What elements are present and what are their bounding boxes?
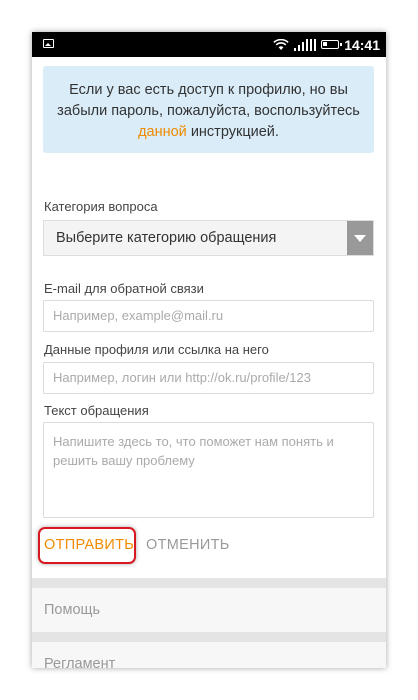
info-notice: Если у вас есть доступ к профилю, но вы … (43, 66, 374, 153)
cancel-button[interactable]: ОТМЕНИТЬ (146, 527, 230, 564)
form-actions: ОТПРАВИТЬ ОТМЕНИТЬ (32, 522, 386, 572)
divider (32, 578, 386, 588)
email-field[interactable]: Например, example@mail.ru (43, 300, 374, 332)
info-text: Если у вас есть доступ к профилю, но вы … (57, 82, 360, 119)
email-label: E-mail для обратной связи (44, 281, 204, 296)
battery-icon (321, 40, 343, 49)
phone-screen: 14:41 Если у вас есть доступ к профилю, … (32, 32, 386, 668)
status-time: 14:41 (344, 36, 380, 53)
footer-item-help[interactable]: Помощь (32, 588, 386, 632)
status-icons: 14:41 (273, 32, 380, 57)
footer-item-rules[interactable]: Регламент (32, 642, 386, 668)
footer-menu: Помощь Регламент (32, 578, 386, 668)
message-label: Текст обращения (44, 403, 149, 418)
category-label: Категория вопроса (44, 199, 158, 214)
wifi-icon (273, 38, 289, 50)
category-select-value: Выберите категорию обращения (56, 230, 277, 246)
instruction-link[interactable]: данной (138, 124, 187, 140)
profile-field[interactable]: Например, логин или http://ok.ru/profile… (43, 362, 374, 394)
send-button[interactable]: ОТПРАВИТЬ (44, 529, 134, 562)
send-button-highlight: ОТПРАВИТЬ (38, 527, 136, 564)
chevron-down-icon[interactable] (347, 221, 373, 255)
profile-label: Данные профиля или ссылка на него (44, 342, 269, 357)
signal-icon (294, 38, 317, 51)
info-text-end: инструкцией. (186, 124, 279, 140)
divider (32, 632, 386, 642)
status-bar: 14:41 (32, 32, 386, 57)
image-icon (43, 39, 54, 48)
message-textarea[interactable]: Напишите здесь то, что поможет нам понят… (43, 422, 374, 518)
category-select[interactable]: Выберите категорию обращения (43, 220, 374, 256)
